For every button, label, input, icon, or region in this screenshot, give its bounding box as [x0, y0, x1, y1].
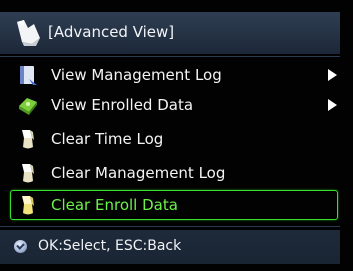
bottom-divider	[0, 226, 340, 227]
footer-hint-bar: OK:Select, ESC:Back	[0, 230, 340, 264]
menu-item-label: View Management Log	[51, 66, 222, 84]
top-divider	[0, 56, 340, 57]
device-screen: [Advanced View] View Management Log View…	[0, 0, 353, 271]
submenu-arrow-icon	[328, 99, 337, 111]
enrolled-data-icon	[19, 98, 37, 115]
menu-item-label: Clear Time Log	[51, 130, 164, 148]
eraser-icon	[22, 164, 34, 183]
title-bar: [Advanced View]	[0, 12, 340, 54]
menu-item-clear-management-log[interactable]: Clear Management Log	[10, 158, 338, 188]
menu-item-view-management-log[interactable]: View Management Log	[10, 60, 338, 90]
footer-hint: OK:Select, ESC:Back	[38, 238, 182, 254]
eraser-icon	[22, 196, 34, 215]
page-title: [Advanced View]	[48, 23, 175, 41]
info-icon	[14, 240, 27, 253]
advanced-view-icon	[17, 20, 40, 46]
submenu-arrow-icon	[328, 69, 337, 81]
menu-item-clear-enroll-data[interactable]: Clear Enroll Data	[10, 190, 338, 220]
menu-item-label: Clear Enroll Data	[51, 196, 178, 214]
menu-item-clear-time-log[interactable]: Clear Time Log	[10, 124, 338, 154]
menu-item-view-enrolled-data[interactable]: View Enrolled Data	[10, 90, 338, 120]
eraser-icon	[22, 130, 34, 149]
menu-item-label: Clear Management Log	[51, 164, 226, 182]
menu-item-label: View Enrolled Data	[51, 96, 194, 114]
log-book-icon	[20, 66, 37, 85]
